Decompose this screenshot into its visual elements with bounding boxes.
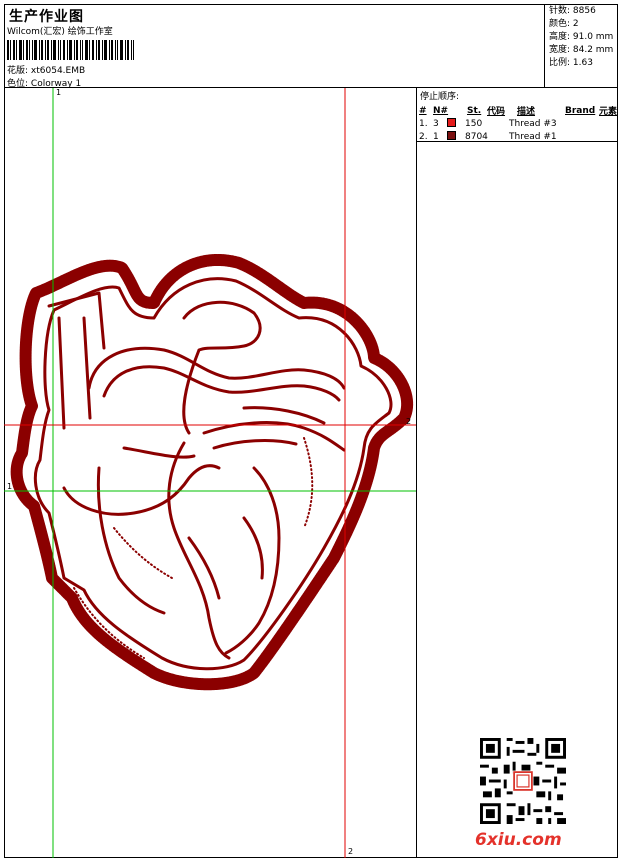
header-st: St.: [467, 105, 482, 116]
header-code: 代码: [487, 107, 506, 117]
qr-code: [480, 738, 566, 824]
embroidery-preview: [4, 88, 416, 858]
vena-cava: [47, 291, 106, 430]
row-num: 2.: [419, 131, 428, 142]
aorta-arch-inner: [102, 365, 341, 402]
row-desc: Thread #3: [509, 118, 557, 129]
header-needle: N#: [433, 105, 449, 116]
design-value: xt6054.EMB: [30, 66, 86, 76]
header-element: 元素: [599, 107, 618, 117]
color-swatch: [447, 117, 465, 130]
guide-label-v1: 1: [56, 88, 62, 97]
guide-label-v2: 2: [348, 847, 354, 856]
stat-stitches: 针数: 8856: [549, 6, 596, 16]
watermark-logo: 6xiu.com: [475, 830, 562, 850]
row-desc: Thread #1: [509, 131, 557, 142]
heart-outline-outer: [10, 253, 414, 691]
header-num: #: [419, 105, 427, 116]
row-code: 150: [465, 118, 483, 129]
row-num: 1.: [419, 118, 428, 129]
header-desc: 描述: [517, 107, 536, 117]
row-needle: 1: [433, 131, 439, 142]
design-label: 花版:: [7, 66, 29, 76]
stat-height: 高度: 91.0 mm: [549, 32, 614, 42]
guide-label-h1: 1: [7, 482, 13, 491]
pulmonary-trunk: [182, 300, 262, 435]
aorta-arch: [87, 346, 346, 390]
thread-row: 1. 3 150 Thread #3: [417, 117, 618, 130]
inner-loop: [62, 464, 221, 516]
stop-sequence-header: # N# St. 代码 描述 Brand 元素: [417, 104, 618, 118]
header-brand: Brand: [565, 105, 596, 116]
row-code: 8704: [465, 131, 488, 142]
header: 生产作业图 Wilcom(汇宏) 绘饰工作室 花版: xt6054.EMB 色位…: [4, 4, 618, 89]
page-title: 生产作业图: [9, 9, 84, 25]
stat-width: 宽度: 84.2 mm: [549, 45, 614, 55]
stop-sequence-panel: 停止顺序: # N# St. 代码 描述 Brand 元素 1. 3 150 T…: [417, 88, 618, 143]
design-file-line: 花版: xt6054.EMB: [7, 63, 85, 76]
tick-marks: [73, 437, 314, 659]
stop-sequence-title: 停止顺序:: [420, 92, 460, 102]
inner-loop-2: [122, 406, 326, 459]
coronary-vessel-1: [96, 466, 166, 615]
subtitle: Wilcom(汇宏) 绘饰工作室: [7, 27, 113, 37]
stats-box: 针数: 8856 颜色: 2 高度: 91.0 mm 宽度: 84.2 mm 比…: [544, 4, 618, 88]
guide-label-h2: 2: [406, 417, 412, 426]
heart-outline-inner: [33, 277, 393, 671]
left-atrium: [202, 421, 346, 452]
panel-divider: [417, 141, 618, 142]
design-drawing-area: 1 2 1 2: [4, 88, 417, 858]
row-needle: 3: [433, 118, 439, 129]
barcode: [7, 40, 134, 60]
stat-ratio: 比例: 1.63: [549, 58, 593, 68]
stat-colors: 颜色: 2: [549, 19, 579, 29]
